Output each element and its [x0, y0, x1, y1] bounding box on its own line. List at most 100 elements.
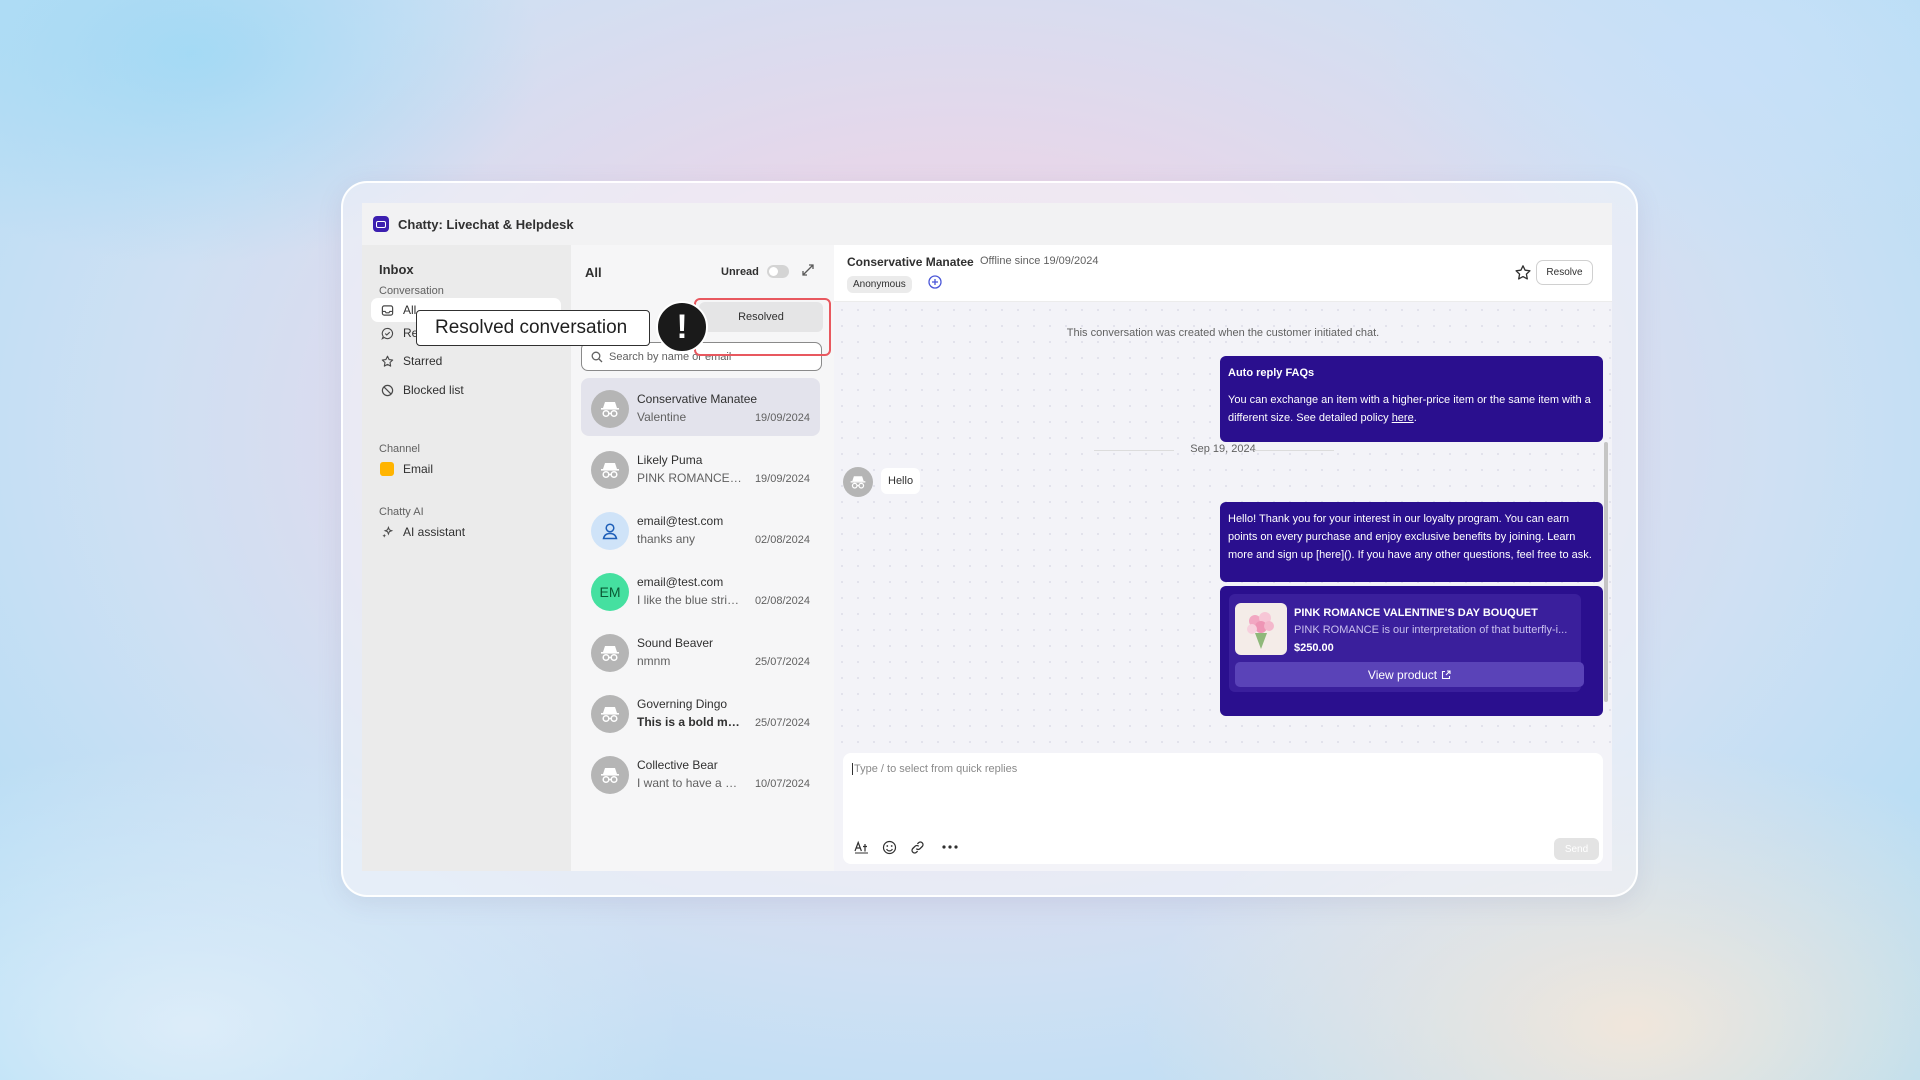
system-note: This conversation was created when the c… [1066, 327, 1380, 339]
sidebar-item-label: Email [403, 462, 434, 476]
conversation-name: Governing Dingo [637, 697, 728, 711]
thread-scrollbar[interactable] [1604, 442, 1608, 702]
anonymous-icon [591, 695, 629, 733]
search-icon [591, 351, 603, 362]
resolve-button[interactable]: Resolve [1536, 260, 1593, 285]
title-bar: Chatty: Livechat & Helpdesk [362, 203, 1612, 245]
customer-status: Offline since 19/09/2024 [980, 255, 1099, 267]
chat-check-icon [380, 326, 394, 340]
sidebar-item-blocked-list[interactable]: Blocked list [371, 378, 561, 402]
conversation-name: Sound Beaver [637, 636, 714, 650]
conversation-item[interactable]: Conservative Manatee Valentine 19/09/202… [581, 378, 820, 436]
resolved-highlight [694, 298, 831, 356]
link-icon[interactable] [909, 839, 925, 855]
product-description: PINK ROMANCE is our interpretation of th… [1294, 624, 1568, 636]
customer-message: Hello [881, 468, 921, 494]
text-format-icon[interactable] [853, 839, 869, 855]
alert-icon: ! [656, 301, 708, 353]
expand-icon[interactable] [800, 262, 816, 278]
conversation-item[interactable]: Sound Beaver nmnm 25/07/2024 [581, 622, 820, 680]
sidebar-item-starred[interactable]: Starred [371, 349, 561, 373]
sidebar-item-label: Starred [403, 354, 443, 368]
conversation-date: 10/07/2024 [754, 778, 810, 790]
conversation-item[interactable]: Governing Dingo This is a bold me... 25/… [581, 683, 820, 741]
conversation-item[interactable]: EM email@test.com I like the blue strip.… [581, 561, 820, 619]
section-chatty-ai: Chatty AI [379, 506, 424, 518]
product-image [1235, 603, 1287, 655]
conversation-date: 19/09/2024 [754, 412, 810, 424]
conversation-name: Likely Puma [637, 453, 703, 467]
view-product-label: View product [1367, 667, 1438, 682]
customer-name: Conservative Manatee [847, 255, 974, 269]
view-product-button[interactable]: View product [1235, 662, 1584, 687]
conversation-preview: I want to have a bi... [637, 776, 743, 790]
avatar-initials: EM [591, 573, 629, 611]
sidebar-item-label: All [403, 303, 417, 317]
section-channel: Channel [379, 443, 420, 455]
conversation-preview: I like the blue strip... [637, 593, 743, 607]
conversation-preview: PINK ROMANCE V... [637, 471, 743, 485]
external-link-icon [1442, 669, 1451, 679]
sidebar-item-label: Blocked list [403, 383, 464, 397]
chat-panel: Conservative Manatee Offline since 19/09… [834, 245, 1612, 871]
message-composer[interactable]: Type / to select from quick replies Send [843, 753, 1603, 864]
anonymous-icon [591, 390, 629, 428]
sidebar-item-email[interactable]: Email [371, 457, 561, 481]
conversation-preview: nmnm [637, 654, 671, 668]
conversation-preview: thanks any [637, 532, 696, 546]
conversation-preview: This is a bold me... [637, 715, 743, 729]
anonymous-icon [591, 634, 629, 672]
inbox-icon [380, 303, 394, 317]
emoji-icon[interactable] [881, 839, 897, 855]
conversation-name: Collective Bear [637, 758, 718, 772]
composer-placeholder: Type / to select from quick replies [852, 763, 1018, 775]
faq-title: Auto reply FAQs [1228, 367, 1315, 379]
conversation-item[interactable]: Collective Bear I want to have a bi... 1… [581, 744, 820, 802]
conversation-date: 02/08/2024 [754, 595, 810, 607]
conversation-date: 19/09/2024 [754, 473, 810, 485]
chat-header: Conservative Manatee Offline since 19/09… [834, 245, 1612, 302]
date-separator: Sep 19, 2024 [834, 443, 1612, 455]
conversation-date: 02/08/2024 [754, 534, 810, 546]
faq-body-wrapper: You can exchange an item with a higher-p… [1228, 394, 1591, 424]
product-card: PINK ROMANCE VALENTINE'S DAY BOUQUET PIN… [1229, 594, 1584, 692]
anonymous-icon [591, 451, 629, 489]
message-thread: This conversation was created when the c… [834, 302, 1612, 752]
section-conversation: Conversation [379, 285, 444, 297]
conversation-item[interactable]: email@test.com thanks any 02/08/2024 [581, 500, 820, 558]
more-options-icon[interactable] [942, 839, 958, 855]
conversation-preview: Valentine [637, 410, 687, 424]
faq-policy-link[interactable]: here [1392, 412, 1414, 424]
sidebar-item-label: AI assistant [403, 525, 466, 539]
conversation-date: 25/07/2024 [754, 656, 810, 668]
sidebar-heading: Inbox [379, 262, 414, 277]
star-icon [380, 354, 394, 368]
conversation-name: email@test.com [637, 514, 724, 528]
app-title: Chatty: Livechat & Helpdesk [398, 216, 574, 232]
sidebar-item-ai-assistant[interactable]: AI assistant [371, 520, 561, 544]
callout-label: Resolved conversation [416, 310, 650, 346]
customer-tag: Anonymous [847, 276, 912, 293]
conversation-name: email@test.com [637, 575, 724, 589]
faq-auto-reply: Auto reply FAQs You can exchange an item… [1220, 356, 1603, 442]
app-logo-icon [373, 216, 389, 232]
conversation-date: 25/07/2024 [754, 717, 810, 729]
product-message: PINK ROMANCE VALENTINE'S DAY BOUQUET PIN… [1220, 586, 1603, 716]
block-icon [380, 383, 394, 397]
star-conversation-icon[interactable] [1514, 264, 1532, 282]
conversation-item[interactable]: Likely Puma PINK ROMANCE V... 19/09/2024 [581, 439, 820, 497]
send-button[interactable]: Send [1554, 838, 1599, 860]
sparkle-icon [380, 525, 394, 539]
list-title: All [585, 265, 602, 280]
email-icon [380, 462, 394, 476]
product-price: $250.00 [1294, 642, 1334, 654]
conversation-name: Conservative Manatee [637, 392, 758, 406]
user-icon [591, 512, 629, 550]
unread-label: Unread [721, 266, 759, 278]
agent-message: Hello! Thank you for your interest in ou… [1220, 502, 1603, 582]
app-window: Chatty: Livechat & Helpdesk Inbox Conver… [362, 203, 1612, 871]
unread-toggle[interactable] [767, 265, 789, 278]
anonymous-icon [591, 756, 629, 794]
product-title: PINK ROMANCE VALENTINE'S DAY BOUQUET [1294, 607, 1538, 619]
add-tag-icon[interactable] [928, 275, 942, 289]
